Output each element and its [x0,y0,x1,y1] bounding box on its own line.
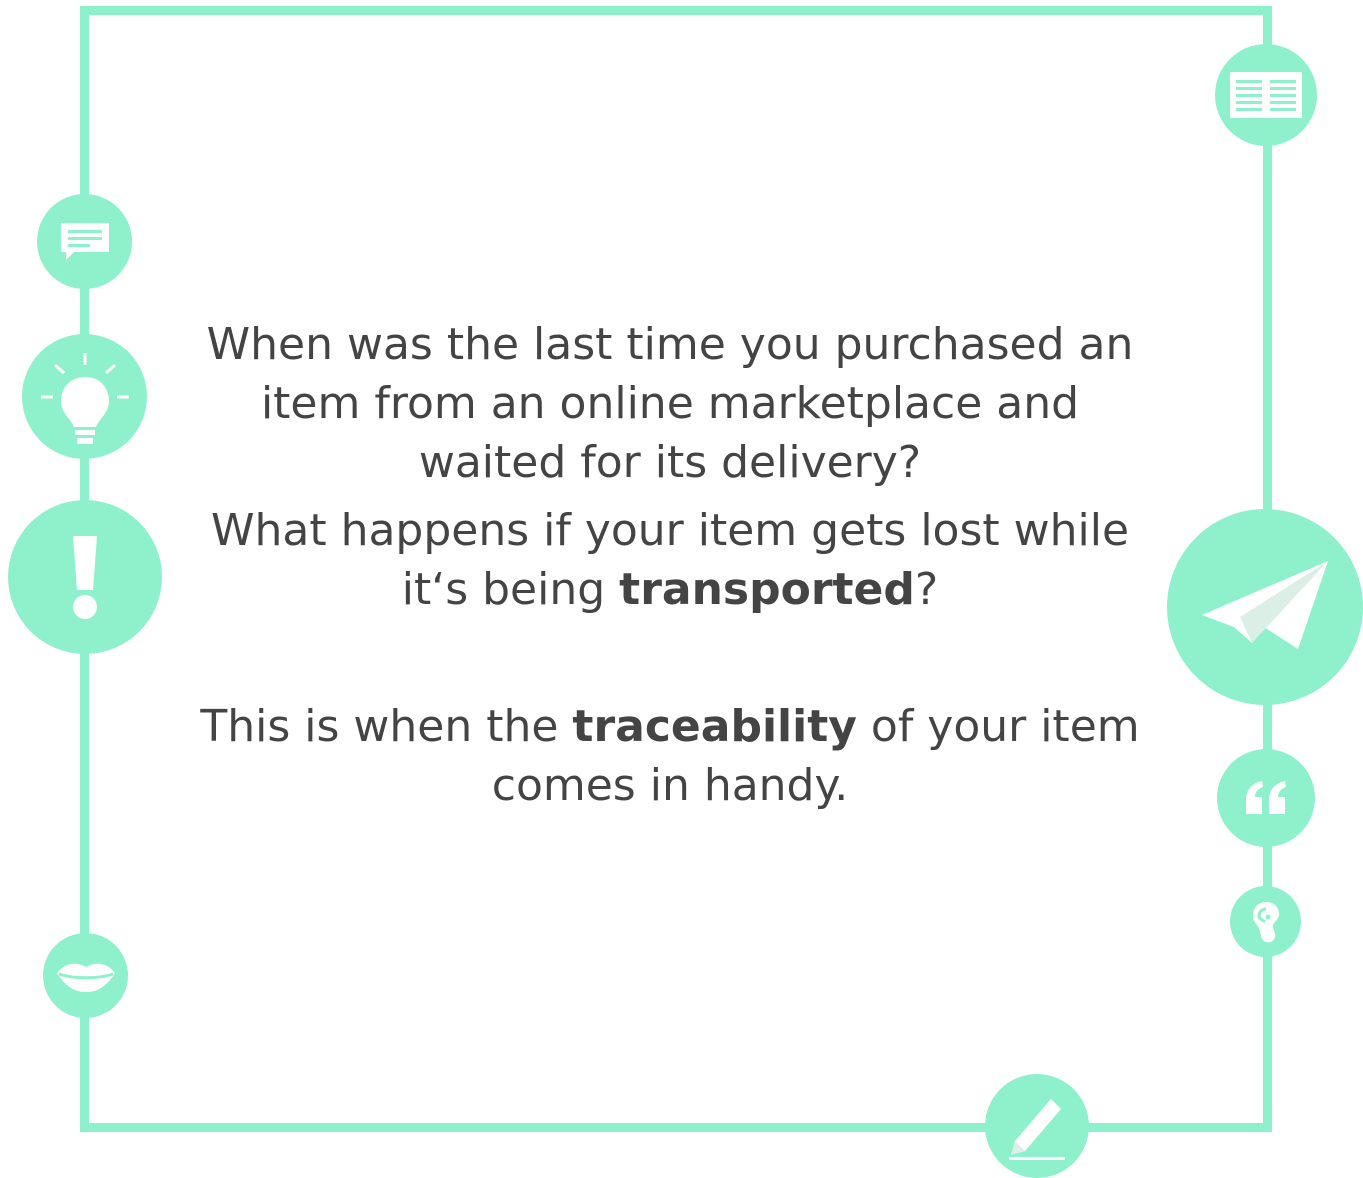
paper-plane-badge [1167,509,1363,705]
pencil-badge [985,1074,1089,1178]
pencil-icon [1005,1091,1069,1161]
paper-plane-icon [1200,557,1330,657]
newspaper-badge [1215,44,1317,146]
question-2-tail: ? [914,564,939,615]
quote-badge [1217,749,1315,847]
question-paragraph-1: When was the last time you purchased an … [190,315,1150,492]
ear-icon [1251,900,1281,944]
ear-badge [1230,886,1301,957]
quote-icon [1244,780,1288,816]
speech-bubble-icon [60,222,110,262]
lightbulb-icon [35,347,135,447]
transported-emphasis: transported [619,564,915,615]
speech-bubble-badge [37,194,132,289]
lips-badge [43,933,128,1018]
statement-lead: This is when the [200,701,573,752]
question-paragraph-2: What happens if your item gets lost whil… [190,501,1150,619]
lips-icon [55,959,117,993]
exclamation-icon [65,532,105,622]
lightbulb-badge [22,334,147,459]
question-1-text: When was the last time you purchased an … [206,319,1134,488]
exclamation-badge [8,500,162,654]
statement-paragraph: This is when the traceability of your it… [190,697,1150,815]
traceability-emphasis: traceability [572,701,857,752]
newspaper-icon [1230,72,1302,118]
